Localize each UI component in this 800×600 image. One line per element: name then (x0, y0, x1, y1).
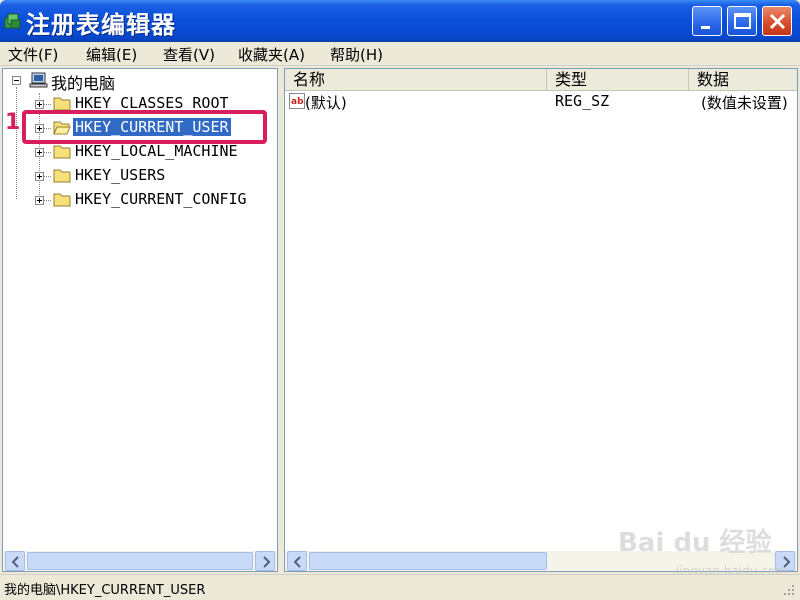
table-row[interactable]: ab (默认) REG_SZ (数值未设置) (285, 91, 797, 113)
svg-text:ab: ab (291, 97, 304, 107)
folder-icon (53, 145, 71, 159)
value-type: REG_SZ (555, 92, 610, 110)
menu-help[interactable]: 帮助(H) (330, 44, 383, 65)
status-bar: 我的电脑\HKEY_CURRENT_USER (0, 574, 800, 600)
menu-edit[interactable]: 编辑(E) (86, 44, 137, 65)
collapse-icon[interactable] (12, 76, 21, 85)
tree-item-hklm[interactable]: HKEY_LOCAL_MACHINE (75, 142, 238, 160)
column-header-type[interactable]: 类型 (547, 69, 689, 91)
window-title: 注册表编辑器 (26, 11, 176, 39)
expand-icon[interactable] (35, 172, 44, 181)
resize-grip-icon[interactable] (780, 581, 796, 597)
title-bar[interactable]: 注册表编辑器 (0, 0, 800, 42)
column-header-data[interactable]: 数据 (689, 69, 797, 91)
close-icon (769, 13, 786, 30)
folder-icon (53, 97, 71, 111)
scroll-thumb[interactable] (309, 552, 547, 570)
menu-view[interactable]: 查看(V) (163, 44, 215, 65)
highlight-box (22, 110, 267, 144)
registry-editor-icon (4, 13, 21, 29)
minimize-button[interactable] (692, 6, 722, 36)
value-name: (默认) (305, 94, 347, 112)
tree-item-hku[interactable]: HKEY_USERS (75, 166, 165, 184)
scroll-left-button[interactable] (5, 551, 25, 571)
tree-horizontal-scrollbar[interactable] (3, 551, 277, 571)
column-header-row: 名称 类型 数据 (285, 69, 797, 91)
maximize-button[interactable] (727, 6, 757, 36)
menu-favorites[interactable]: 收藏夹(A) (238, 44, 305, 65)
values-pane[interactable]: 名称 类型 数据 ab (默认) REG_SZ (数值未设置) (284, 68, 798, 572)
arrow-right-icon (263, 556, 271, 568)
close-button[interactable] (762, 6, 792, 36)
menu-bar: 文件(F) 编辑(E) 查看(V) 收藏夹(A) 帮助(H) (0, 42, 800, 66)
my-computer-icon (29, 72, 48, 88)
tree-root-label[interactable]: 我的电脑 (51, 70, 115, 94)
expand-icon[interactable] (35, 100, 44, 109)
watermark-logo: Bai du 经验 (618, 528, 772, 558)
expand-icon[interactable] (35, 148, 44, 157)
scroll-right-button[interactable] (255, 551, 275, 571)
maximize-icon (734, 13, 751, 29)
arrow-left-icon (293, 556, 301, 568)
scroll-thumb[interactable] (27, 552, 253, 570)
folder-icon (53, 193, 71, 207)
string-value-icon: ab (289, 93, 305, 109)
step-number: 1 (5, 110, 21, 135)
tree-item-hkcc[interactable]: HKEY_CURRENT_CONFIG (75, 190, 247, 208)
menu-file[interactable]: 文件(F) (8, 44, 58, 65)
minimize-icon (701, 26, 710, 29)
arrow-left-icon (11, 556, 19, 568)
status-path: 我的电脑\HKEY_CURRENT_USER (4, 583, 206, 598)
value-data: (数值未设置) (701, 94, 788, 112)
expand-icon[interactable] (35, 196, 44, 205)
column-header-name[interactable]: 名称 (285, 69, 547, 91)
folder-icon (53, 169, 71, 183)
scroll-left-button[interactable] (287, 551, 307, 571)
